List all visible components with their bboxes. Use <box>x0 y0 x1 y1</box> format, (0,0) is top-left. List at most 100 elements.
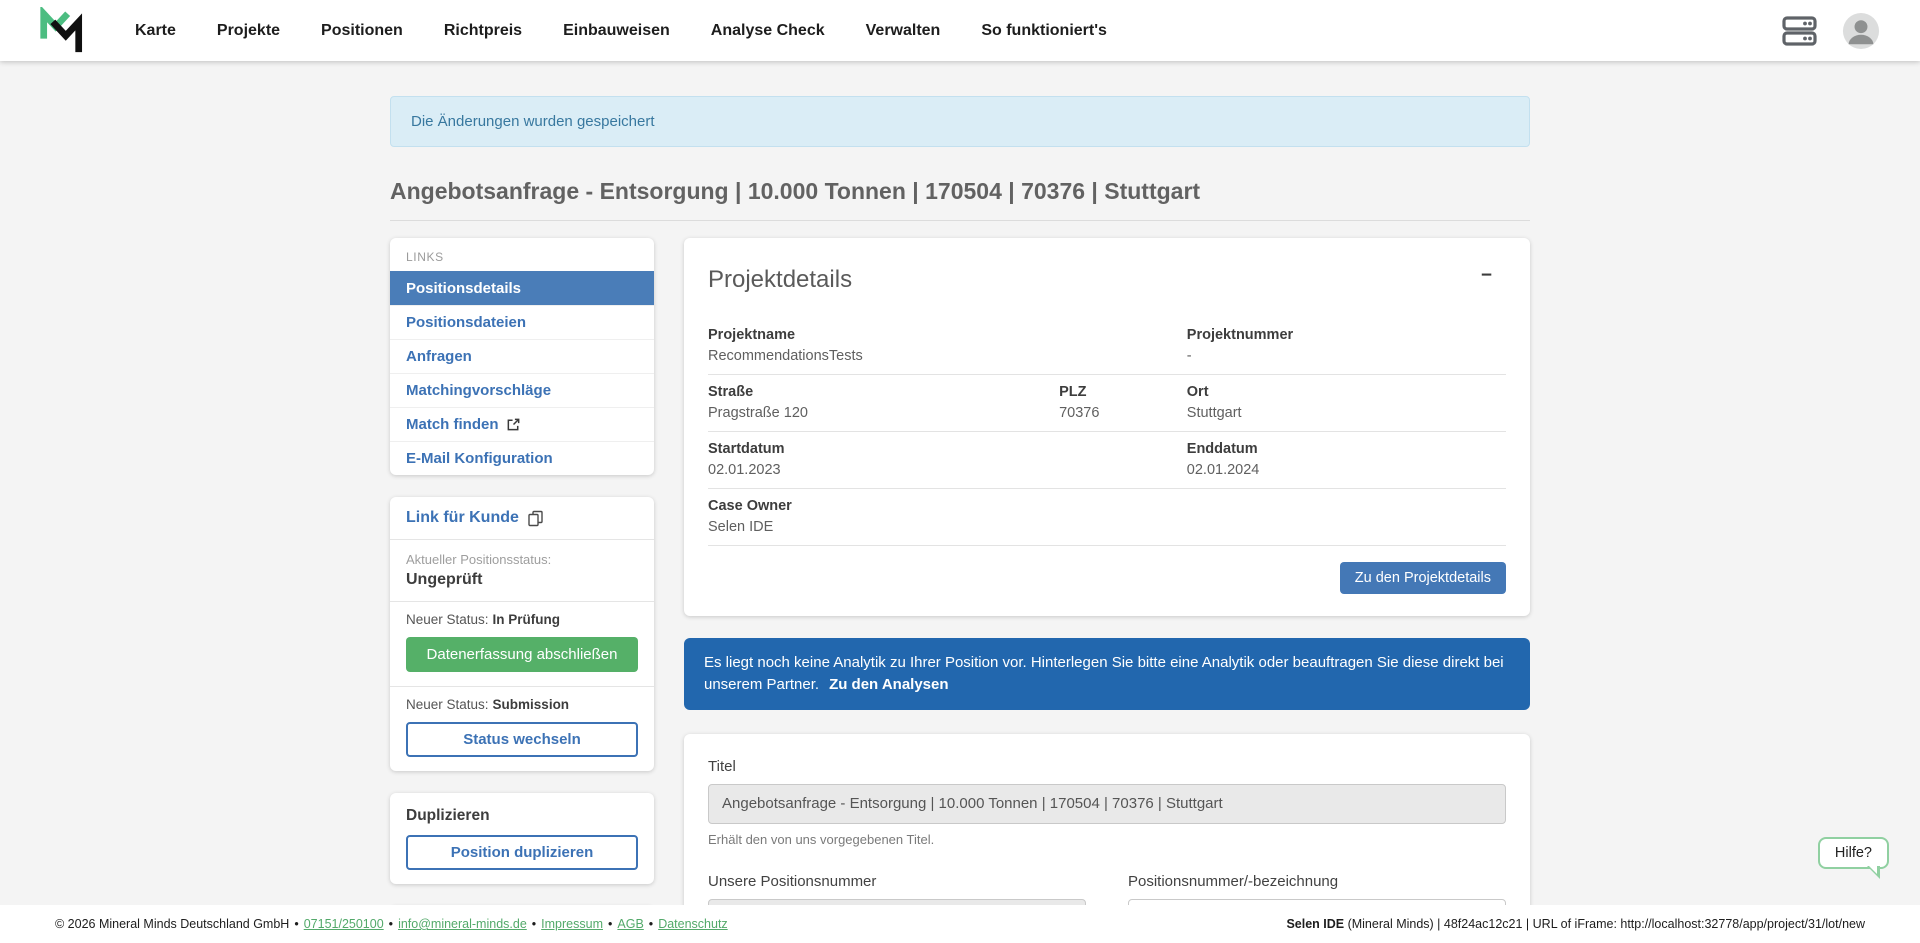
main-column: Projektdetails − Projektname Recommendat… <box>684 238 1530 943</box>
new-status-2: Neuer Status: Submission <box>390 687 654 720</box>
bullet-separator: • <box>294 917 298 931</box>
project-row: Projektname RecommendationsTests Projekt… <box>708 318 1506 375</box>
field-label: Case Owner <box>708 498 1506 514</box>
nav-item-verwalten[interactable]: Verwalten <box>866 22 941 40</box>
field-label: Straße <box>708 384 1059 400</box>
current-status-value: Ungeprüft <box>406 571 638 589</box>
nav-item-analyse-check[interactable]: Analyse Check <box>711 22 825 40</box>
logo-icon <box>37 7 83 55</box>
field-label: Startdatum <box>708 441 1187 457</box>
bullet-separator: • <box>608 917 612 931</box>
field-label: Ort <box>1187 384 1506 400</box>
sidebar-item-anfragen[interactable]: Anfragen <box>390 339 654 373</box>
switch-status-button[interactable]: Status wechseln <box>406 722 638 757</box>
status-card: Link für Kunde Aktueller Positionsstatus… <box>390 497 654 771</box>
copy-icon[interactable] <box>527 510 544 527</box>
collapse-minus-icon[interactable]: − <box>1467 266 1506 285</box>
sidebar-item-positionsdetails[interactable]: Positionsdetails <box>390 271 654 305</box>
project-row: Case Owner Selen IDE <box>708 489 1506 546</box>
links-card: LINKS Positionsdetails Positionsdateien … <box>390 238 654 475</box>
saved-alert: Die Änderungen wurden gespeichert <box>390 96 1530 147</box>
footer-phone-link[interactable]: 07151/250100 <box>304 917 384 931</box>
titel-label: Titel <box>708 758 1506 775</box>
server-icon[interactable] <box>1782 15 1818 47</box>
field-value: 02.01.2024 <box>1187 462 1506 478</box>
sidebar-item-email-konfiguration[interactable]: E-Mail Konfiguration <box>390 441 654 475</box>
field-value: Selen IDE <box>708 519 1506 535</box>
analytics-banner-text: Es liegt noch keine Analytik zu Ihrer Po… <box>704 654 1504 693</box>
page-title: Angebotsanfrage - Entsorgung | 10.000 To… <box>390 178 1530 221</box>
field-label: Projektnummer <box>1187 327 1506 343</box>
sidebar-item-label: Anfragen <box>406 348 472 365</box>
custom-number-label: Positionsnummer/-bezeichnung <box>1128 873 1506 890</box>
our-number-label: Unsere Positionsnummer <box>708 873 1086 890</box>
project-row: Startdatum 02.01.2023 Enddatum 02.01.202… <box>708 432 1506 489</box>
help-button[interactable]: Hilfe? <box>1818 837 1889 869</box>
project-row: Straße Pragstraße 120 PLZ 70376 Ort Stut… <box>708 375 1506 432</box>
go-to-analyses-link[interactable]: Zu den Analysen <box>829 676 948 693</box>
nav-item-richtpreis[interactable]: Richtpreis <box>444 22 522 40</box>
footer-user-name: Selen IDE <box>1286 917 1344 931</box>
field-value: - <box>1187 348 1506 364</box>
footer-datenschutz-link[interactable]: Datenschutz <box>658 917 727 931</box>
field-value: 02.01.2023 <box>708 462 1187 478</box>
sidebar-item-label: Positionsdateien <box>406 314 526 331</box>
main-nav: Karte Projekte Positionen Richtpreis Ein… <box>135 22 1107 40</box>
sidebar-item-match-finden[interactable]: Match finden <box>390 407 654 441</box>
sidebar-item-label: Matchingvorschläge <box>406 382 551 399</box>
footer-session-details: (Mineral Minds) | 48f24ac12c21 | URL of … <box>1344 917 1865 931</box>
footer-impressum-link[interactable]: Impressum <box>541 917 603 931</box>
duplicate-card-title: Duplizieren <box>390 793 654 833</box>
footer-agb-link[interactable]: AGB <box>617 917 643 931</box>
new-status-1-value: In Prüfung <box>493 612 561 627</box>
new-status-prefix: Neuer Status: <box>406 612 489 627</box>
new-status-1: Neuer Status: In Prüfung <box>390 602 654 635</box>
nav-item-einbauweisen[interactable]: Einbauweisen <box>563 22 670 40</box>
footer: © 2026 Mineral Minds Deutschland GmbH • … <box>0 905 1920 943</box>
footer-email-link[interactable]: info@mineral-minds.de <box>398 917 527 931</box>
field-label: Projektname <box>708 327 1187 343</box>
customer-link[interactable]: Link für Kunde <box>406 509 544 527</box>
nav-item-karte[interactable]: Karte <box>135 22 176 40</box>
bullet-separator: • <box>649 917 653 931</box>
footer-copyright: © 2026 Mineral Minds Deutschland GmbH <box>55 917 289 931</box>
sidebar-item-matchingvorschlaege[interactable]: Matchingvorschläge <box>390 373 654 407</box>
field-value: Pragstraße 120 <box>708 405 1059 421</box>
sidebar-item-positionsdateien[interactable]: Positionsdateien <box>390 305 654 339</box>
project-details-title: Projektdetails <box>708 266 852 294</box>
current-status-label: Aktueller Positionsstatus: <box>406 552 638 567</box>
field-label: Enddatum <box>1187 441 1506 457</box>
field-value: Stuttgart <box>1187 405 1506 421</box>
user-avatar-icon[interactable] <box>1842 12 1880 50</box>
footer-session-info: Selen IDE (Mineral Minds) | 48f24ac12c21… <box>1286 917 1865 931</box>
titel-input <box>708 784 1506 824</box>
field-value: 70376 <box>1059 405 1187 421</box>
bullet-separator: • <box>389 917 393 931</box>
project-details-card: Projektdetails − Projektname Recommendat… <box>684 238 1530 616</box>
nav-item-so-funktionierts[interactable]: So funktioniert's <box>981 22 1107 40</box>
sidebar-item-label: Positionsdetails <box>406 280 521 297</box>
app-header: Karte Projekte Positionen Richtpreis Ein… <box>0 0 1920 61</box>
sidebar: LINKS Positionsdetails Positionsdateien … <box>390 238 654 943</box>
analytics-banner: Es liegt noch keine Analytik zu Ihrer Po… <box>684 638 1530 710</box>
go-to-project-details-button[interactable]: Zu den Projektdetails <box>1340 562 1506 594</box>
field-label: PLZ <box>1059 384 1187 400</box>
sidebar-item-label: Match finden <box>406 416 499 433</box>
new-status-prefix: Neuer Status: <box>406 697 489 712</box>
bullet-separator: • <box>532 917 536 931</box>
links-card-header: LINKS <box>390 238 654 271</box>
nav-item-projekte[interactable]: Projekte <box>217 22 280 40</box>
new-status-2-value: Submission <box>493 697 570 712</box>
duplicate-card: Duplizieren Position duplizieren <box>390 793 654 884</box>
page-content: Die Änderungen wurden gespeichert Angebo… <box>390 96 1530 943</box>
header-actions <box>1782 12 1880 50</box>
customer-link-label: Link für Kunde <box>406 509 519 527</box>
sidebar-item-label: E-Mail Konfiguration <box>406 450 553 467</box>
duplicate-position-button[interactable]: Position duplizieren <box>406 835 638 870</box>
external-link-icon <box>506 417 521 432</box>
mineral-minds-logo[interactable] <box>37 7 83 55</box>
complete-data-entry-button[interactable]: Datenerfassung abschließen <box>406 637 638 672</box>
titel-helper: Erhält den von uns vorgegebenen Titel. <box>708 832 1506 847</box>
field-value: RecommendationsTests <box>708 348 1187 364</box>
nav-item-positionen[interactable]: Positionen <box>321 22 403 40</box>
